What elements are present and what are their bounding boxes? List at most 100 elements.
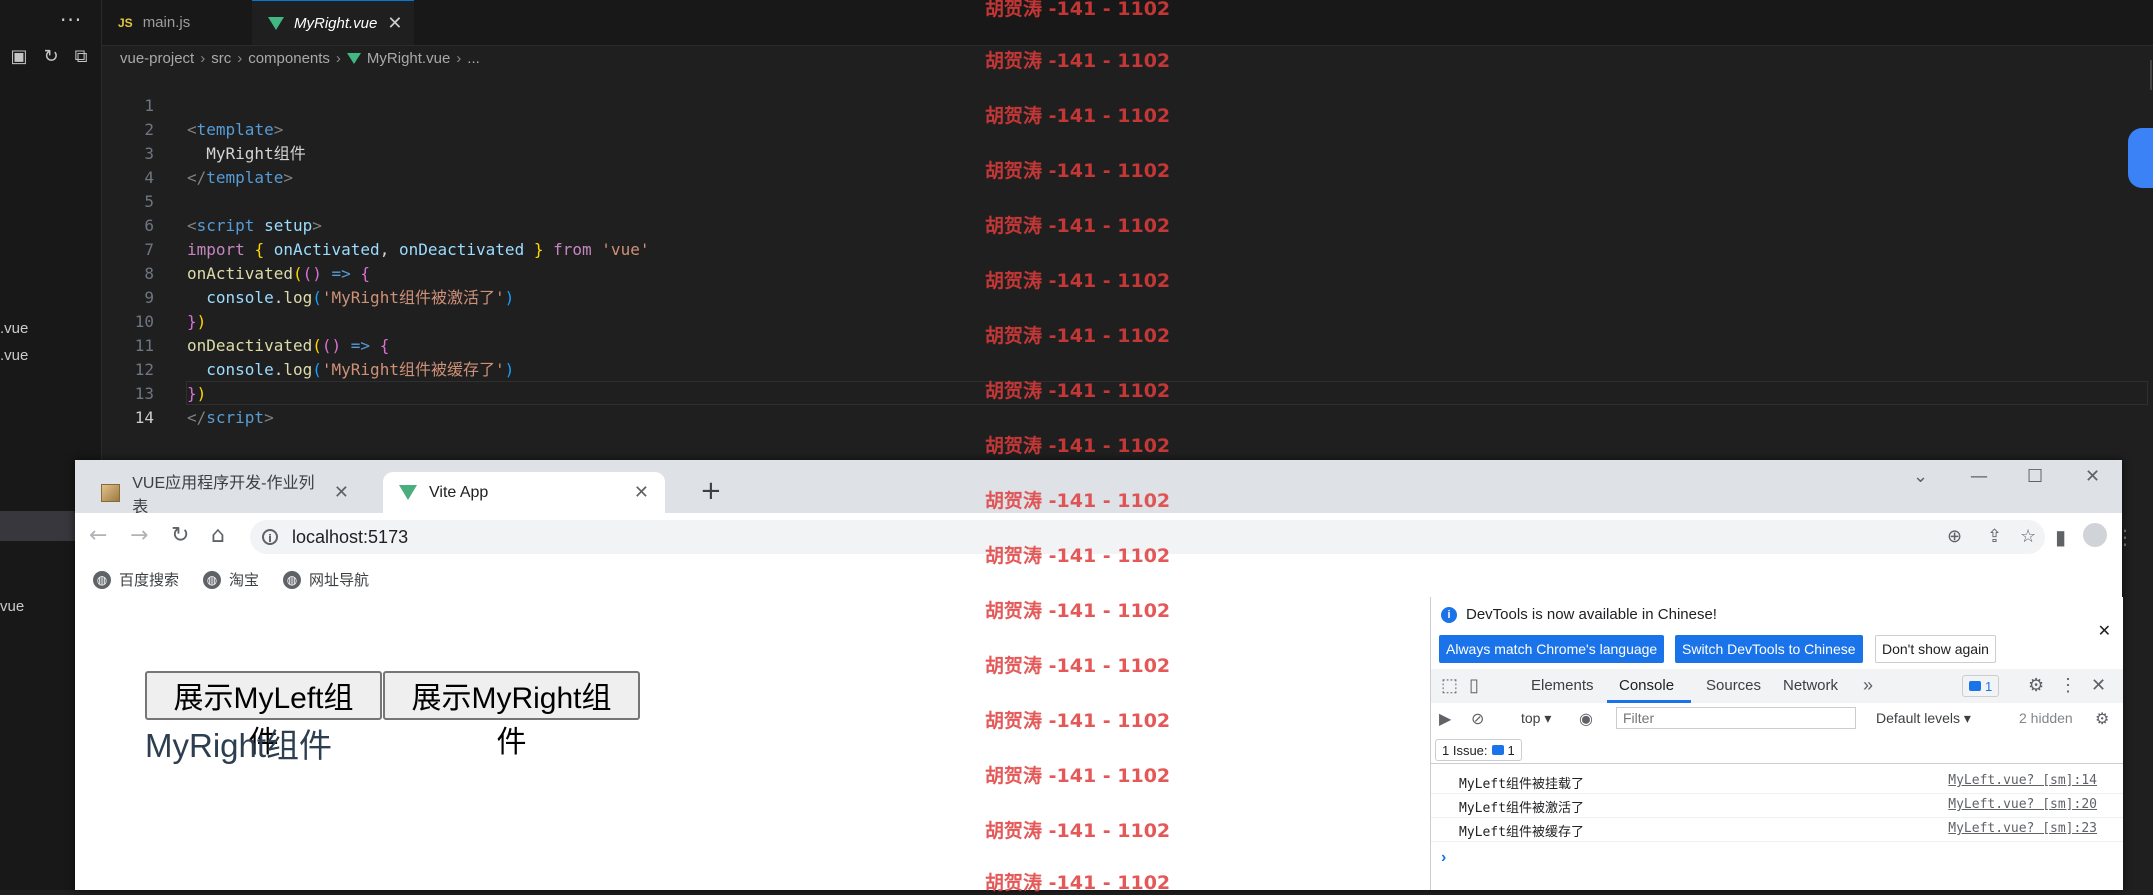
- context-value: top: [1521, 710, 1541, 726]
- close-icon[interactable]: ✕: [634, 482, 649, 503]
- watermark-text: 胡贺涛 -141 - 1102: [985, 160, 1171, 182]
- info-icon: i: [1441, 607, 1457, 623]
- close-window-icon[interactable]: ✕: [2085, 466, 2100, 487]
- explorer-file-item[interactable]: vue: [0, 598, 24, 615]
- log-source-link[interactable]: MyLeft.vue? [sm]:20: [1948, 797, 2097, 812]
- issue-icon: [1969, 681, 1981, 691]
- site-info-icon[interactable]: i: [262, 529, 278, 545]
- watermark-text: 胡贺涛 -141 - 1102: [985, 872, 1171, 894]
- star-icon[interactable]: ☆: [2020, 526, 2036, 547]
- new-tab-button[interactable]: +: [700, 476, 722, 506]
- tab-title: VUE应用程序开发-作业列表: [132, 474, 315, 516]
- breadcrumb-item[interactable]: vue-project: [120, 50, 194, 67]
- notice-text: DevTools is now available in Chinese!: [1466, 606, 1717, 623]
- sidebar-toggle-icon[interactable]: ▶: [1439, 709, 1451, 729]
- bookmark-item[interactable]: ◍ 网址导航: [283, 569, 369, 590]
- tab-label: main.js: [142, 14, 191, 31]
- show-myleft-button[interactable]: 展示MyLeft组件: [145, 671, 382, 759]
- globe-icon: ◍: [203, 570, 221, 589]
- back-icon[interactable]: ←: [89, 523, 107, 548]
- more-tabs-icon[interactable]: »: [1863, 675, 1873, 696]
- bookmark-item[interactable]: ◍ 淘宝: [203, 569, 259, 590]
- log-source-link[interactable]: MyLeft.vue? [sm]:23: [1948, 821, 2097, 836]
- tab-network[interactable]: Network: [1783, 677, 1838, 694]
- console-toolbar: ▶ ⊘ top ▾ ◉ Default levels ▾ 2 hidden ⚙: [1431, 703, 2123, 736]
- watermark-text: 胡贺涛 -141 - 1102: [985, 545, 1171, 567]
- editor-tab-main-js[interactable]: JS main.js: [102, 0, 252, 45]
- globe-icon: ◍: [93, 570, 111, 589]
- breadcrumb-item[interactable]: src: [211, 50, 231, 67]
- scrollbar[interactable]: [2150, 60, 2152, 90]
- refresh-icon[interactable]: ↻: [40, 46, 62, 68]
- log-message: MyLeft组件被挂载了: [1459, 777, 1584, 792]
- code-line: 8 console.log('MyRight组件被激活了'): [102, 238, 2153, 307]
- context-selector[interactable]: top ▾: [1521, 710, 1551, 727]
- new-folder-icon[interactable]: ▣: [8, 46, 30, 68]
- clear-console-icon[interactable]: ⊘: [1471, 709, 1484, 729]
- tab-search-chevron-icon[interactable]: ⌄: [1913, 466, 1928, 487]
- switch-to-chinese-button[interactable]: Switch DevTools to Chinese: [1675, 635, 1863, 663]
- chevron-right-icon: ›: [237, 49, 243, 67]
- explorer-file-item[interactable]: .vue: [0, 320, 28, 337]
- minimize-icon[interactable]: —: [1970, 466, 1988, 487]
- inspect-element-icon[interactable]: ⬚: [1441, 675, 1458, 696]
- home-icon[interactable]: ⌂: [211, 523, 225, 548]
- live-expression-eye-icon[interactable]: ◉: [1579, 709, 1593, 729]
- side-panel-icon[interactable]: ▮: [2055, 525, 2066, 549]
- devtools-panel: i DevTools is now available in Chinese! …: [1430, 597, 2123, 890]
- watermark-text: 胡贺涛 -141 - 1102: [985, 0, 1171, 20]
- tab-console[interactable]: Console: [1619, 677, 1674, 694]
- watermark-text: 胡贺涛 -141 - 1102: [985, 50, 1171, 72]
- forward-icon[interactable]: →: [130, 523, 148, 548]
- device-toolbar-icon[interactable]: ▯: [1469, 675, 1479, 696]
- issues-count: 1: [1507, 742, 1515, 758]
- issue-icon: [1491, 745, 1504, 755]
- tab-sources[interactable]: Sources: [1706, 677, 1761, 694]
- close-icon[interactable]: ✕: [387, 13, 402, 34]
- console-settings-icon[interactable]: ⚙: [2095, 709, 2109, 729]
- breadcrumb-item[interactable]: components: [248, 50, 330, 67]
- issues-counter[interactable]: 1: [1962, 675, 2000, 697]
- devtools-tab-bar: ⬚ ▯ Elements Console Sources Network » 1…: [1431, 669, 2123, 704]
- close-icon[interactable]: ✕: [2098, 621, 2111, 641]
- bookmark-label: 百度搜索: [119, 572, 180, 589]
- share-icon[interactable]: ⇪: [1987, 526, 2002, 547]
- console-prompt-icon[interactable]: ›: [1441, 849, 1446, 867]
- menu-dots-icon[interactable]: ⋮: [2115, 525, 2135, 549]
- issues-link[interactable]: 1 Issue: 1: [1435, 739, 1522, 761]
- maximize-icon[interactable]: ☐: [2027, 466, 2043, 487]
- collapse-all-icon[interactable]: ⧉: [70, 46, 92, 68]
- explorer-selected-row[interactable]: [0, 511, 75, 541]
- settings-icon[interactable]: ⚙: [2028, 675, 2044, 696]
- bookmark-item[interactable]: ◍ 百度搜索: [93, 569, 179, 590]
- breadcrumb-item[interactable]: MyRight.vue: [367, 50, 450, 67]
- log-source-link[interactable]: MyLeft.vue? [sm]:14: [1948, 773, 2097, 788]
- breadcrumb-item[interactable]: ...: [467, 50, 480, 67]
- zoom-icon[interactable]: ⊕: [1947, 526, 1962, 547]
- console-filter-input[interactable]: [1616, 707, 1856, 729]
- favicon-icon: [101, 483, 121, 502]
- customize-menu-icon[interactable]: ⋮: [2059, 675, 2077, 696]
- reload-icon[interactable]: ↻: [171, 523, 189, 548]
- code-token: script: [206, 408, 265, 427]
- always-match-language-button[interactable]: Always match Chrome's language: [1439, 635, 1665, 663]
- browser-tab-course[interactable]: VUE应用程序开发-作业列表 ✕: [85, 472, 365, 516]
- browser-tab-vite-app[interactable]: Vite App ✕: [383, 472, 665, 513]
- profile-avatar[interactable]: [2083, 523, 2107, 547]
- tab-label: MyRight.vue: [294, 14, 378, 32]
- chevron-right-icon: ›: [456, 49, 462, 67]
- close-icon[interactable]: ✕: [334, 482, 349, 503]
- console-log-row: MyLeft组件被缓存了 MyLeft.vue? [sm]:23: [1431, 817, 2123, 842]
- editor-tab-myright-vue[interactable]: MyRight.vue ✕: [252, 0, 414, 45]
- more-actions-icon[interactable]: ···: [60, 8, 82, 32]
- extension-floating-icon[interactable]: [2128, 128, 2153, 188]
- url-text[interactable]: localhost:5173: [292, 527, 408, 548]
- show-myright-button[interactable]: 展示MyRight组件: [383, 671, 640, 759]
- dont-show-again-button[interactable]: Don't show again: [1875, 635, 1996, 663]
- tab-elements[interactable]: Elements: [1531, 677, 1594, 694]
- tab-title: Vite App: [429, 483, 489, 501]
- explorer-file-item[interactable]: .vue: [0, 347, 28, 364]
- close-devtools-icon[interactable]: ✕: [2091, 675, 2106, 696]
- log-levels-dropdown[interactable]: Default levels ▾: [1876, 710, 1971, 727]
- bookmark-label: 网址导航: [309, 572, 370, 589]
